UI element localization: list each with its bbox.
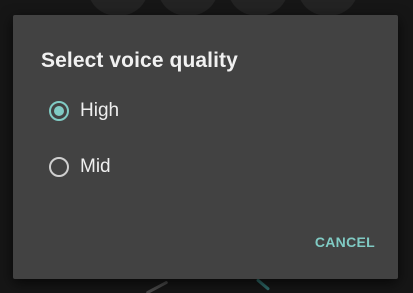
option-label-mid: Mid [80,156,111,177]
dialog-title: Select voice quality [41,49,238,72]
background-circle-shape [88,0,148,16]
option-label-high: High [80,100,120,121]
voice-quality-dialog: Select voice quality High Mid CANCEL [13,15,398,279]
background-dim-stroke [255,278,271,291]
background-dim-stroke [145,280,169,293]
radio-checked-icon[interactable] [49,101,69,121]
cancel-button[interactable]: CANCEL [309,227,381,257]
radio-dot [54,106,64,116]
background-circle-shape [228,0,288,16]
background-circle-shape [158,0,218,16]
option-high[interactable]: High [35,89,275,133]
background-circle-shape [298,0,358,16]
radio-unchecked-icon[interactable] [49,157,69,177]
option-mid[interactable]: Mid [35,145,275,189]
